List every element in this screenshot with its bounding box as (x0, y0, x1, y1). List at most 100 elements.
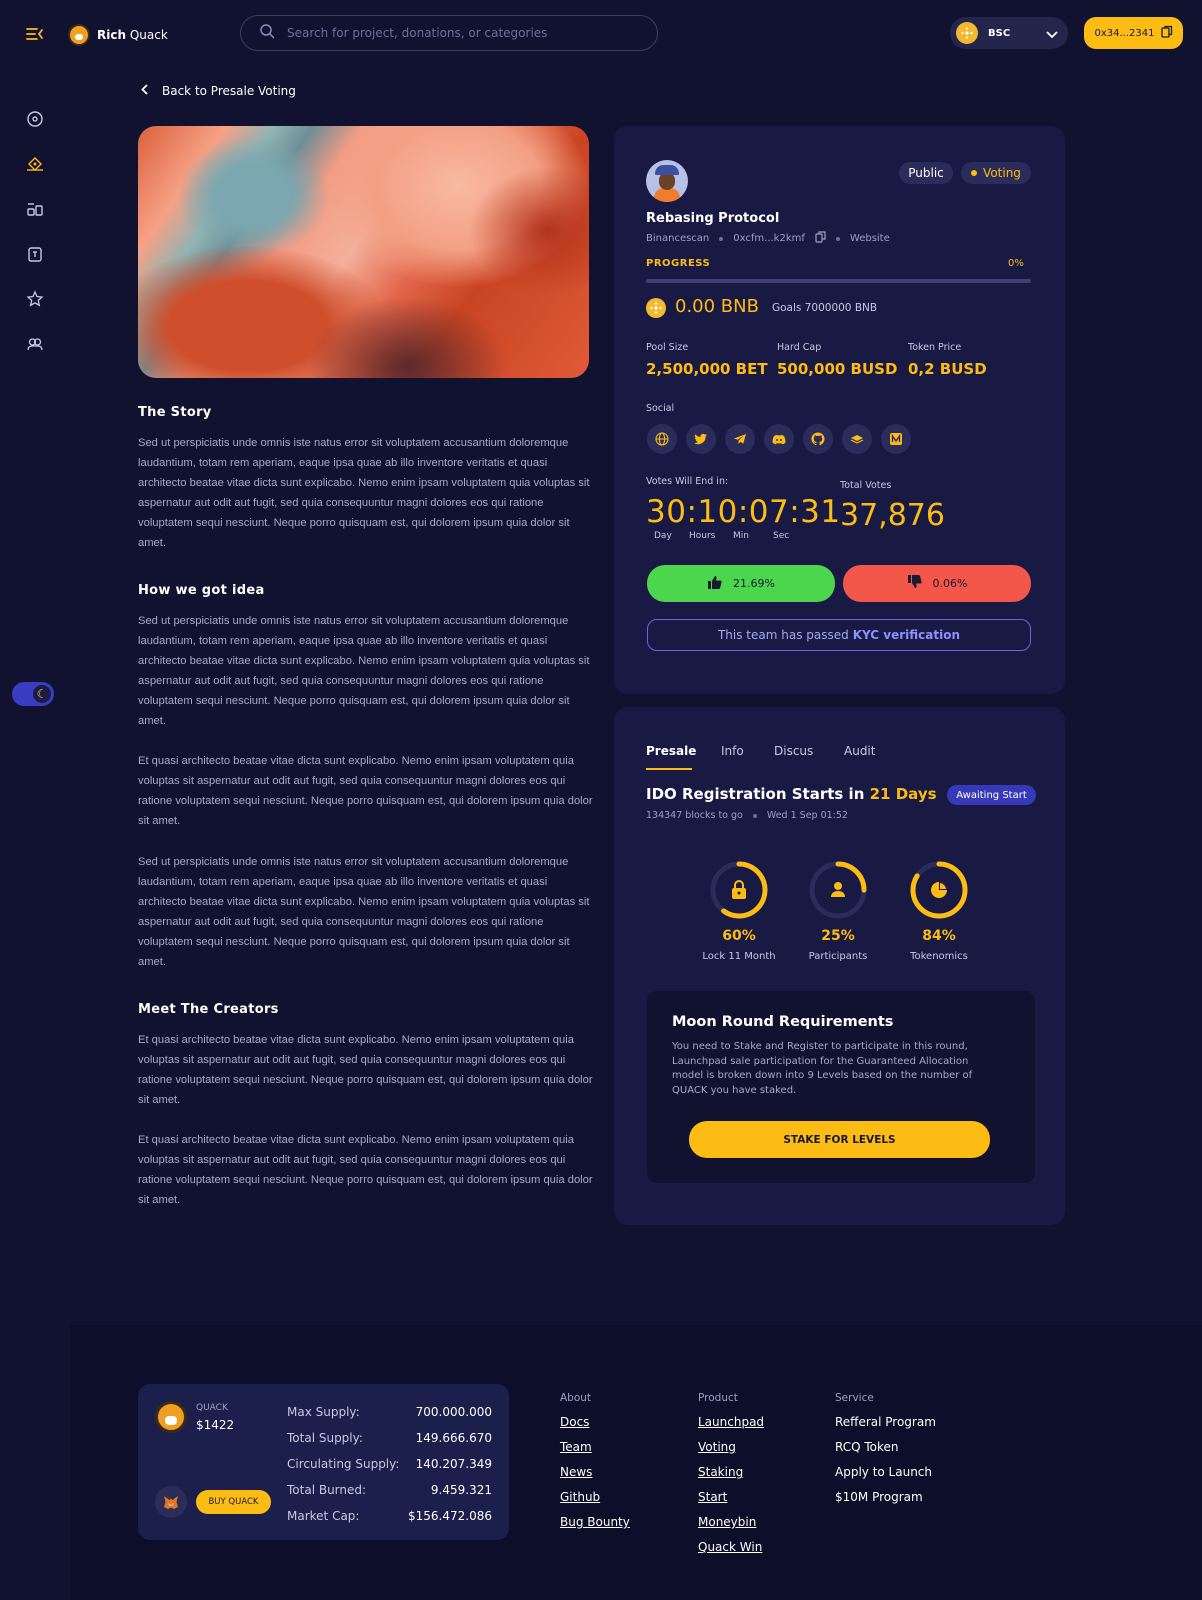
star-icon[interactable] (26, 290, 44, 308)
pool-size-value: 2,500,000 BET (646, 360, 768, 378)
public-badge: Public (899, 162, 953, 184)
wallet-button[interactable]: 0x34...2341 (1084, 17, 1183, 49)
footer-link-voting[interactable]: Voting (698, 1440, 736, 1454)
website-link[interactable]: Website (850, 233, 890, 244)
footer-service-heading: Service (835, 1392, 874, 1404)
footer-link-docs[interactable]: Docs (560, 1415, 589, 1429)
footer-link-rcq-token[interactable]: RCQ Token (835, 1440, 899, 1454)
supply-value: 149.666.670 (415, 1431, 492, 1445)
ido-title-highlight: 21 Days (869, 785, 937, 803)
menu-toggle-icon[interactable] (25, 24, 45, 44)
community-icon[interactable] (26, 335, 44, 353)
unit-sec: Sec (773, 531, 790, 541)
dark-mode-toggle[interactable]: ☾ (12, 682, 54, 706)
medium-icon[interactable] (881, 424, 911, 454)
creators-paragraph-2: Et quasi architecto beatae vitae dicta s… (138, 1134, 593, 1206)
telegram-icon[interactable] (725, 424, 755, 454)
countdown-timer: 30:10:07:31 (646, 494, 841, 530)
thumbs-up-icon (707, 574, 723, 593)
copy-address-icon[interactable] (815, 231, 826, 246)
supply-label: Market Cap: (287, 1509, 360, 1523)
brand-logo[interactable]: Rich Quack (68, 24, 168, 46)
discord-icon[interactable] (764, 424, 794, 454)
stake-for-levels-button[interactable]: STAKE FOR LEVELS (689, 1121, 990, 1158)
token-name: QUACK (196, 1403, 228, 1413)
footer-link-apply[interactable]: Apply to Launch (835, 1465, 932, 1479)
idea-heading: How we got idea (138, 583, 265, 598)
idea-paragraph-2: Et quasi architecto beatae vitae dicta s… (138, 755, 593, 827)
token-price: $1422 (196, 1418, 235, 1432)
footer-link-staking[interactable]: Staking (698, 1465, 743, 1479)
globe-icon[interactable] (647, 424, 677, 454)
vote-down-percent: 0.06% (932, 577, 968, 590)
lock-percent: 60% (722, 928, 756, 944)
progress-label: PROGRESS (646, 258, 711, 269)
supply-value: 140.207.349 (415, 1457, 492, 1471)
footer-link-team[interactable]: Team (560, 1440, 592, 1454)
ido-meta: 134347 blocks to go Wed 1 Sep 01:52 (646, 810, 848, 821)
github-icon[interactable] (803, 424, 833, 454)
footer-about-heading: About (560, 1392, 592, 1404)
user-icon (831, 882, 845, 897)
explorer-link[interactable]: Binancescan (646, 233, 709, 244)
footer-link-10m-program[interactable]: $10M Program (835, 1490, 923, 1504)
lock-progress-ring (710, 861, 768, 919)
footer-link-news[interactable]: News (560, 1465, 592, 1479)
tokenomics-progress-ring (910, 861, 968, 919)
search-input[interactable] (287, 26, 627, 40)
kyc-bold: KYC verification (852, 628, 961, 642)
thumbs-down-icon (907, 574, 923, 593)
tab-audit[interactable]: Audit (844, 744, 875, 758)
footer-link-bug-bounty[interactable]: Bug Bounty (560, 1515, 630, 1529)
copy-icon[interactable] (1160, 25, 1173, 41)
votes-end-label: Votes Will End in: (646, 476, 729, 487)
tokenomics-percent: 84% (922, 928, 956, 944)
quack-token-icon (155, 1401, 187, 1433)
dashboard-icon[interactable] (26, 110, 44, 128)
hard-cap-value: 500,000 BUSD (777, 360, 898, 378)
lock-label: Lock 11 Month (702, 951, 776, 962)
vote-down-button[interactable]: 0.06% (843, 565, 1031, 602)
footer-link-moneybin[interactable]: Moneybin (698, 1515, 756, 1529)
back-link[interactable]: Back to Presale Voting (141, 84, 296, 98)
chevron-down-icon (1046, 24, 1058, 43)
pie-icon (931, 882, 947, 898)
search-icon (259, 23, 275, 43)
supply-label: Circulating Supply: (287, 1457, 400, 1471)
project-title: Rebasing Protocol (646, 211, 780, 226)
tab-info[interactable]: Info (721, 744, 744, 758)
twitter-icon[interactable] (686, 424, 716, 454)
voting-badge: Voting (961, 162, 1031, 184)
ido-title-prefix: IDO Registration Starts in (646, 785, 865, 803)
vault-icon[interactable] (26, 245, 44, 263)
search-bar[interactable] (240, 15, 658, 51)
ido-date: Wed 1 Sep 01:52 (766, 810, 848, 821)
staking-icon[interactable] (26, 200, 44, 218)
footer-link-start[interactable]: Start (698, 1490, 727, 1504)
duck-logo-icon (68, 24, 90, 46)
unit-day: Day (654, 531, 672, 541)
footer-link-launchpad[interactable]: Launchpad (698, 1415, 764, 1429)
supply-value: 700.000.000 (415, 1405, 492, 1419)
tab-discus[interactable]: Discus (774, 744, 813, 758)
metamask-icon[interactable] (155, 1486, 187, 1518)
buy-quack-button[interactable]: BUY QUACK (196, 1490, 271, 1514)
project-avatar (646, 160, 688, 202)
voting-badge-label: Voting (983, 166, 1021, 180)
token-price-value: 0,2 BUSD (908, 360, 987, 378)
token-price-label: Token Price (908, 342, 962, 353)
supply-label: Total Supply: (287, 1431, 363, 1445)
raised-amount: 0.00 BNB (675, 296, 759, 317)
launchpad-icon[interactable] (26, 155, 44, 173)
goal-text: Goals 7000000 BNB (772, 302, 878, 314)
back-label: Back to Presale Voting (162, 84, 296, 98)
chain-selector[interactable]: BSC (950, 17, 1068, 49)
gitbook-icon[interactable] (842, 424, 872, 454)
tab-presale[interactable]: Presale (646, 744, 696, 758)
footer-link-quack-win[interactable]: Quack Win (698, 1540, 762, 1554)
vote-up-button[interactable]: 21.69% (647, 565, 835, 602)
footer-link-github[interactable]: Github (560, 1490, 600, 1504)
supply-label: Max Supply: (287, 1405, 360, 1419)
footer-link-referral[interactable]: Refferal Program (835, 1415, 936, 1429)
kyc-banner: This team has passed KYC verification (647, 619, 1031, 651)
